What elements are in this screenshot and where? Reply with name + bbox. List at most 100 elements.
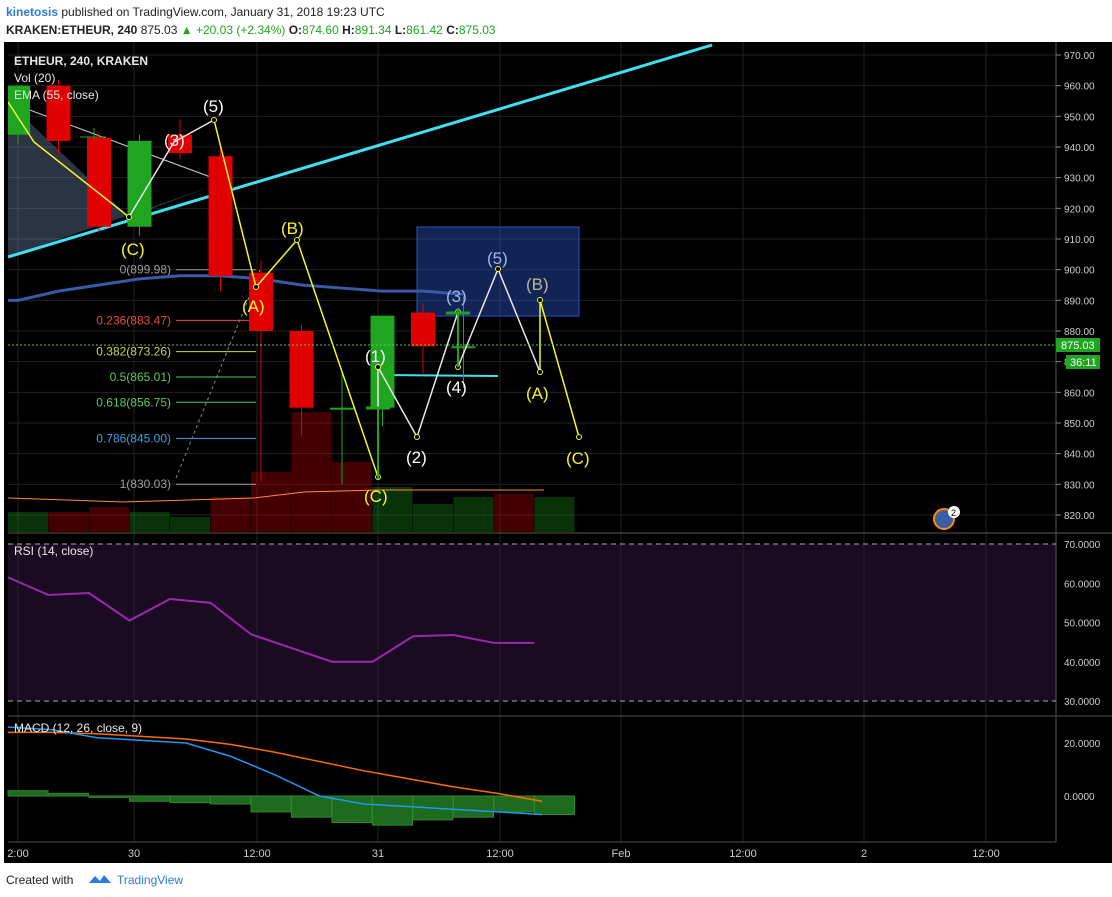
wave-pivot [537,297,543,303]
macd-histogram-bar [7,790,49,797]
badge-count: 2 [951,508,956,518]
footer: Created with TradingView [0,864,1112,897]
fib-level-label: 0.618(856.75) [96,395,171,409]
price-tick-label: 850.00 [1064,419,1095,430]
wave-label-c-low: (C) [364,487,388,506]
open-label: O: [288,23,303,37]
price-tick-label: 820.00 [1064,511,1095,522]
open-value: 874.60 [302,23,339,37]
fib-level-label: 0.786(845.00) [96,431,171,445]
price-tick-label: 940.00 [1064,143,1095,154]
candle-body [411,312,435,347]
volume-bar [170,517,210,532]
candle-body [208,156,233,276]
wave-pivot [253,284,259,290]
time-tick-label: 2 [861,848,867,860]
wave-label-3: (3) [446,287,467,306]
time-tick-label: 30 [128,848,140,860]
published-text: published on TradingView.com, January 31… [61,5,385,19]
volume-bar [89,507,129,532]
volume-bar [251,472,291,532]
wave-pivot [211,117,217,123]
close-label: C: [446,23,459,37]
macd-histogram-bar [169,795,211,804]
volume-bar [129,512,170,532]
rsi-tick-label: 30.0000 [1064,697,1101,708]
volume-bar [534,497,575,532]
high-label: H: [342,23,355,37]
ema-legend[interactable]: EMA (55, close) [14,88,99,102]
price-tick-label: 960.00 [1064,82,1095,93]
macd-histogram-bar [453,795,494,818]
macd-tick-label: 20.0000 [1064,739,1101,750]
price-tick-label: 880.00 [1064,327,1095,338]
fib-level-label: 0.236(883.47) [96,313,171,327]
wave-pivot [537,369,543,375]
time-tick-label: 12:00 [243,848,271,860]
wave-pivot [576,434,582,440]
volume-bar [210,497,251,532]
price-change: ▲ +20.03 (+2.34%) [180,23,286,37]
wave-label-2: (2) [406,448,427,467]
wave-label-b-first: (B) [281,219,304,238]
symbol-legend: ETHEUR, 240, KRAKEN [14,54,148,68]
macd-histogram-bar [250,795,292,813]
tradingview-link[interactable]: TradingView [117,873,183,887]
volume-bar [8,512,48,532]
time-tick-label: 12:00 [972,848,1000,860]
chart-svg[interactable]: 0(899.98) 0.236(883.47) 0.382(873.26) 0.5(8… [4,42,1112,863]
wave-pivot [414,434,420,440]
volume-bar [48,512,89,532]
wave-label-c-projected: (C) [566,449,590,468]
price-tick-label: 830.00 [1064,480,1095,491]
fib-level-label: 0.382(873.26) [96,345,171,359]
macd-legend[interactable]: MACD (12, 26, close, 9) [14,721,142,735]
macd-histogram-bar [88,795,130,798]
fib-level-label: 0.5(865.01) [110,370,171,384]
symbol-interval: KRAKEN:ETHEUR, 240 [6,23,138,37]
wave-label-b-second: (B) [526,275,549,294]
price-tick-label: 930.00 [1064,174,1095,185]
price-tick-label: 860.00 [1064,388,1095,399]
publish-line: kinetosis published on TradingView.com, … [6,5,385,19]
last-price: 875.03 [140,23,178,37]
rsi-band [8,544,1056,701]
close-value: 875.03 [458,23,496,37]
time-tick-label: 12:00 [729,848,757,860]
wave-pivot [294,237,300,243]
macd-histogram-bar [291,795,332,818]
low-value: 861.42 [406,23,443,37]
price-tick-label: 840.00 [1064,450,1095,461]
macd-pane[interactable] [8,717,1056,842]
wave-label-5: (5) [487,249,508,268]
macd-histogram-bar [534,795,575,816]
tradingview-logo-icon[interactable] [88,871,112,887]
author-link[interactable]: kinetosis [6,5,58,19]
macd-histogram-bar [48,792,89,797]
quote-line: KRAKEN:ETHEUR, 240 875.03 ▲ +20.03 (+2.3… [6,23,496,37]
rsi-tick-label: 50.0000 [1064,619,1101,630]
rsi-tick-label: 60.0000 [1064,579,1101,590]
volume-bar [494,494,534,532]
chart-area[interactable]: 0(899.98) 0.236(883.47) 0.382(873.26) 0.5(8… [4,42,1112,863]
time-tick-label: 12:00 [486,848,514,860]
macd-tick-label: 0.0000 [1064,792,1095,803]
time-tick-label: 31 [372,848,384,860]
price-tick-label: 920.00 [1064,204,1095,215]
price-tick-label: 950.00 [1064,112,1095,123]
volume-bar [413,504,453,532]
rsi-legend[interactable]: RSI (14, close) [14,544,93,558]
time-tick-label: Feb [612,848,631,860]
volume-bar [453,497,494,532]
fib-level-label: 0(899.98) [120,263,171,277]
wave-label-5-top: (5) [203,97,224,116]
wave-label-1: (1) [365,347,386,366]
candle-body [87,137,111,227]
vol-legend[interactable]: Vol (20) [14,71,55,85]
wave-label-a-second: (A) [526,384,549,403]
rsi-tick-label: 40.0000 [1064,658,1101,669]
wave-label-4: (4) [446,378,467,397]
fib-level-label: 1(830.03) [120,477,171,491]
candle-body [330,407,354,410]
low-label: L: [394,23,407,37]
